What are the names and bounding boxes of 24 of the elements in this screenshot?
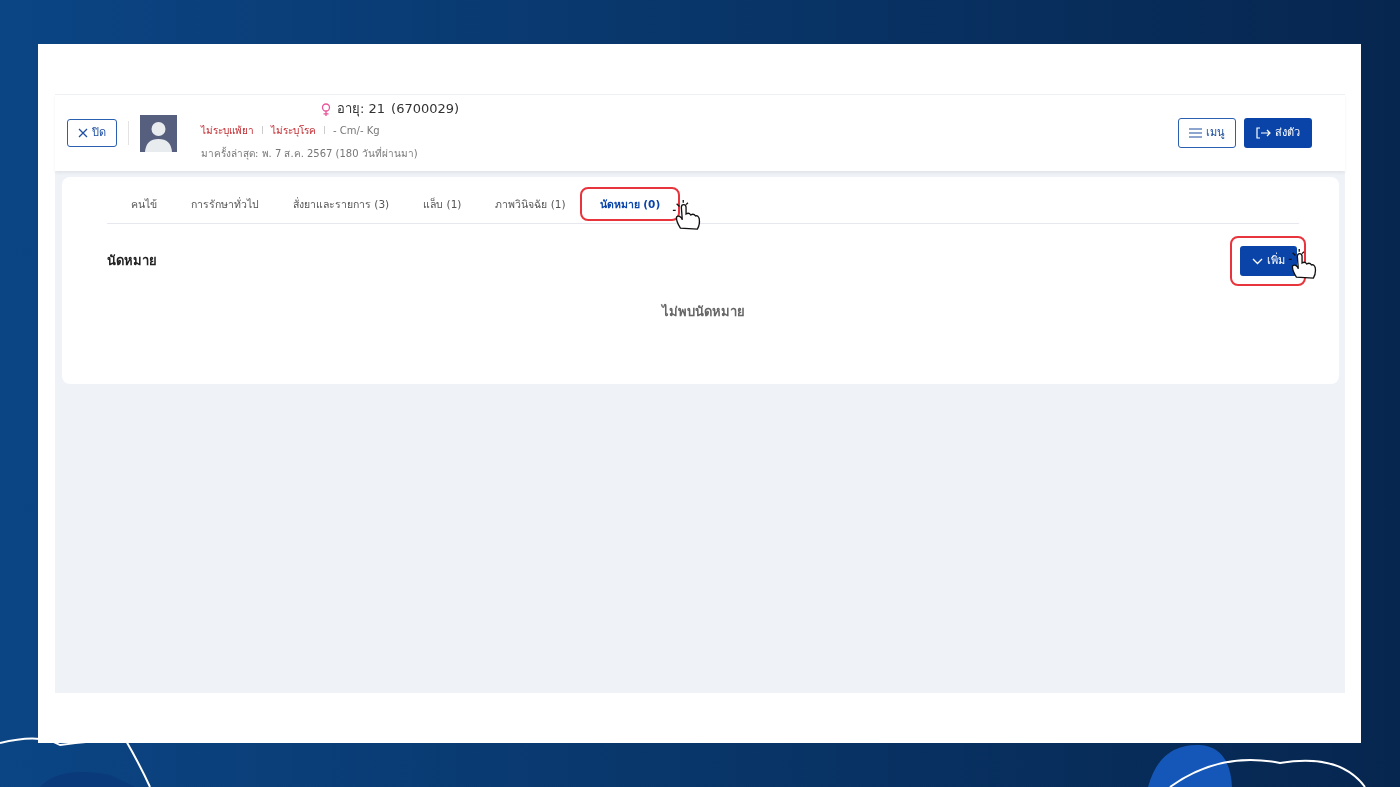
female-icon [321,102,331,116]
allergy-status: ไม่ระบุแพ้ยา [201,123,254,138]
menu-button[interactable]: เมนู [1178,117,1236,149]
exit-arrow-icon [1256,127,1271,139]
section-title: นัดหมาย [107,252,157,271]
chevron-down-icon [1252,257,1263,265]
close-icon [78,128,88,138]
tab[interactable]: แล็บ (1) [406,185,479,223]
disease-status: ไม่ระบุโรค [271,123,316,138]
patient-age: อายุ: 21 [337,100,386,119]
menu-icon [1189,128,1202,138]
close-button[interactable]: ปิด [67,118,117,148]
send-button[interactable]: ส่งตัว [1244,117,1312,149]
empty-message: ไม่พบนัดหมาย [660,303,746,322]
hand-cursor-icon [1287,247,1319,280]
last-visit: มาครั้งล่าสุด: พ. 7 ส.ค. 2567 (180 วันที่ผ่านมา) [201,145,419,161]
height-weight: - Cm/- Kg [333,123,380,138]
avatar-silhouette-icon [140,114,177,152]
patient-id: (6700029) [391,100,460,119]
tab[interactable]: การรักษาทั่วไป [174,185,276,223]
tab[interactable]: คนไข้ [114,185,174,223]
add-button[interactable]: เพิ่ม [1240,245,1297,277]
tab[interactable]: สั่งยาและรายการ (3) [276,185,407,223]
tab[interactable]: ภาพวินิจฉัย (1) [478,185,583,223]
